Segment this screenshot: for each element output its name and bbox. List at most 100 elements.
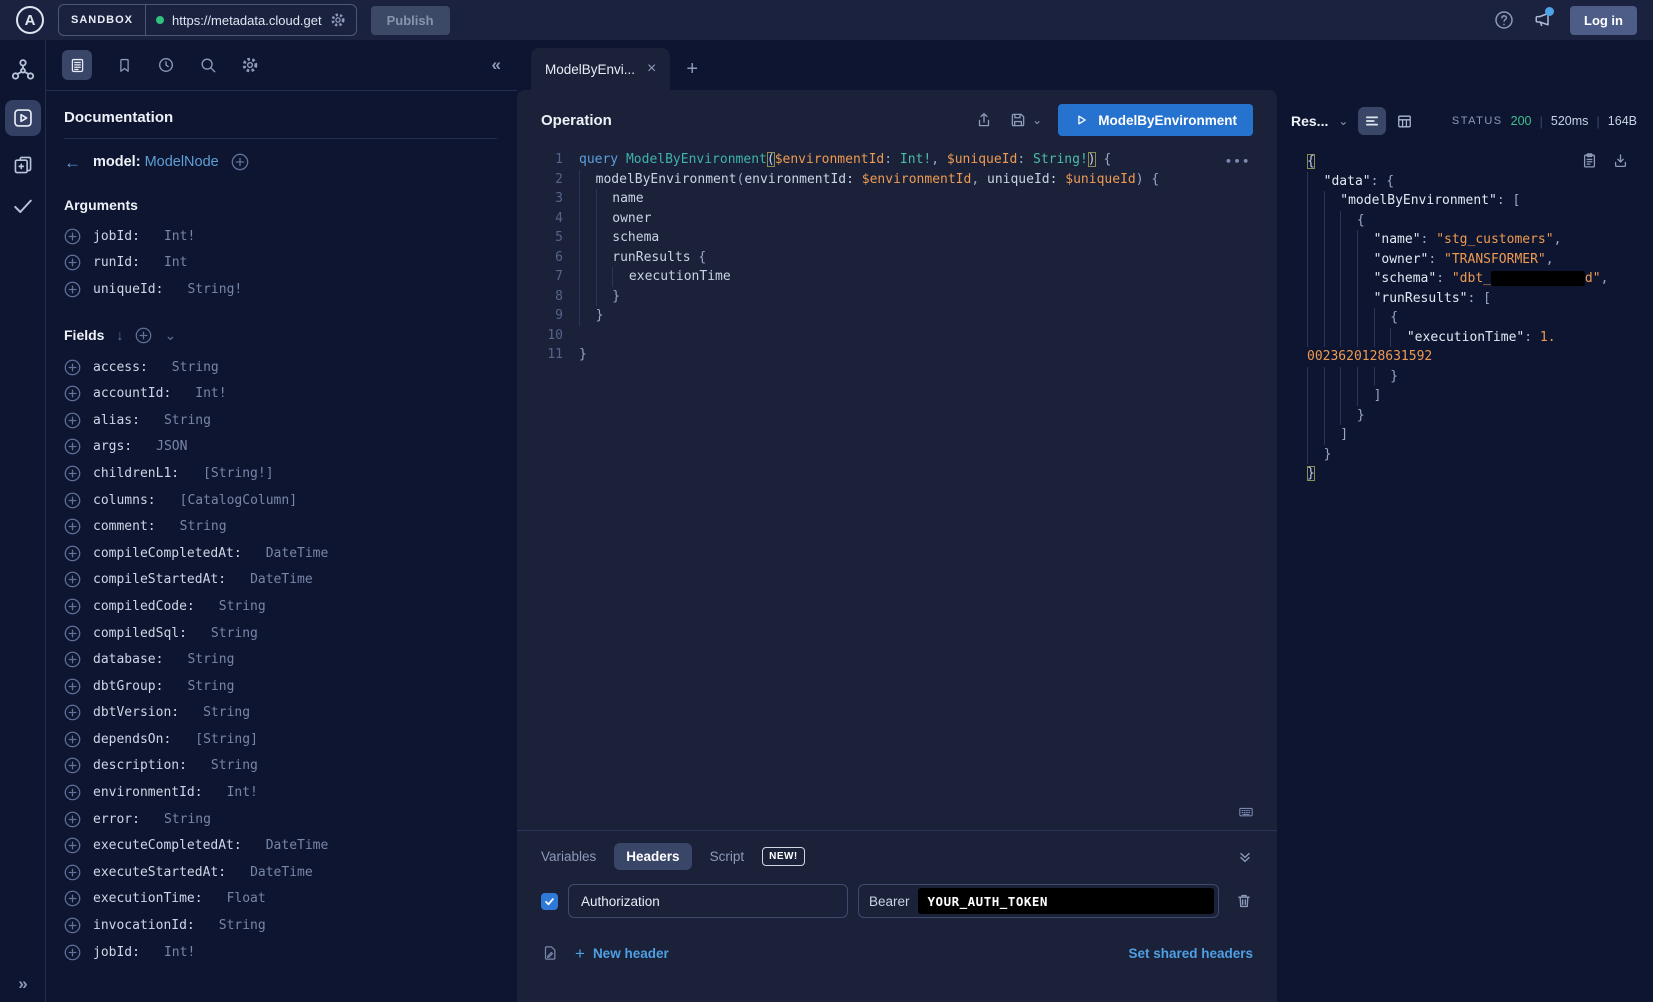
field-item[interactable]: columns: [CatalogColumn] [64,487,497,514]
field-item[interactable]: alias: String [64,407,497,434]
add-field-icon[interactable] [64,917,81,934]
field-item[interactable]: compileCompletedAt: DateTime [64,540,497,567]
history-icon[interactable] [157,56,175,74]
field-item[interactable]: database: String [64,646,497,673]
preserve-headers-icon[interactable] [541,944,559,962]
collapse-doc-panel-icon[interactable]: « [492,55,501,75]
add-fields-icon[interactable] [135,327,152,344]
field-item[interactable]: args: JSON [64,434,497,461]
keyboard-shortcuts-icon[interactable] [1235,804,1257,820]
copy-response-icon[interactable] [1581,152,1598,169]
checks-icon[interactable] [11,194,35,218]
download-response-icon[interactable] [1612,152,1629,169]
add-field-icon[interactable] [64,651,81,668]
field-item[interactable]: executeStartedAt: DateTime [64,859,497,886]
tab-script[interactable]: Script [710,849,745,864]
add-field-icon[interactable] [64,890,81,907]
field-item[interactable]: executeCompletedAt: DateTime [64,832,497,859]
new-tab-button[interactable]: + [674,59,710,79]
field-item[interactable]: dbtVersion: String [64,700,497,727]
add-field-icon[interactable] [64,731,81,748]
add-field-icon[interactable] [64,492,81,509]
set-shared-headers-link[interactable]: Set shared headers [1128,946,1253,961]
add-all-fields-icon[interactable] [231,153,249,171]
response-dropdown-chevron-icon[interactable]: ⌄ [1338,115,1348,127]
explorer-settings-gear-icon[interactable] [241,56,259,74]
documentation-tab-button[interactable] [62,50,92,80]
add-field-icon[interactable] [64,412,81,429]
graphql-code-editor[interactable]: 1query ModelByEnvironment($environmentId… [517,144,1277,804]
field-item[interactable]: access: String [64,354,497,381]
close-tab-icon[interactable]: × [647,61,656,77]
field-item[interactable]: description: String [64,753,497,780]
new-header-button[interactable]: + New header [575,945,669,962]
login-button[interactable]: Log in [1570,6,1637,35]
add-field-icon[interactable] [64,281,81,298]
endpoint-url-text[interactable]: https://metadata.cloud.get [172,13,322,28]
add-field-icon[interactable] [64,864,81,881]
field-item[interactable]: comment: String [64,513,497,540]
add-field-icon[interactable] [64,254,81,271]
bookmarks-icon[interactable] [116,57,133,74]
collapse-bottom-panel-icon[interactable] [1237,849,1253,865]
endpoint-url-field[interactable]: https://metadata.cloud.get [146,12,356,28]
argument-item[interactable]: jobId: Int! [64,223,497,250]
save-operation-icon[interactable] [1009,111,1027,129]
expand-rail-icon[interactable]: » [0,974,46,994]
add-field-icon[interactable] [64,757,81,774]
add-field-icon[interactable] [64,625,81,642]
header-name-input[interactable] [568,884,848,918]
add-field-icon[interactable] [64,438,81,455]
add-field-icon[interactable] [64,678,81,695]
run-operation-button[interactable]: ModelByEnvironment [1058,104,1253,136]
response-body[interactable]: {"data": {"modelByEnvironment": [{"name"… [1291,138,1637,484]
search-icon[interactable] [199,56,217,74]
endpoint-settings-gear-icon[interactable] [330,12,346,28]
argument-item[interactable]: runId: Int [64,250,497,277]
add-field-icon[interactable] [64,465,81,482]
publish-button[interactable]: Publish [371,6,450,35]
back-icon[interactable]: ← [64,154,81,171]
add-field-icon[interactable] [64,598,81,615]
add-field-icon[interactable] [64,704,81,721]
add-field-icon[interactable] [64,837,81,854]
argument-item[interactable]: uniqueId: String! [64,276,497,303]
add-field-icon[interactable] [64,359,81,376]
field-item[interactable]: compileStartedAt: DateTime [64,567,497,594]
add-field-icon[interactable] [64,545,81,562]
add-field-icon[interactable] [64,811,81,828]
sort-fields-icon[interactable]: ↓ [116,328,123,342]
field-item[interactable]: dbtGroup: String [64,673,497,700]
field-item[interactable]: accountId: Int! [64,380,497,407]
share-operation-icon[interactable] [975,111,993,129]
field-item[interactable]: childrenL1: [String!] [64,460,497,487]
field-item[interactable]: compiledSql: String [64,620,497,647]
field-item[interactable]: environmentId: Int! [64,779,497,806]
tab-variables[interactable]: Variables [541,849,596,864]
header-value-field[interactable]: Bearer YOUR_AUTH_TOKEN [858,884,1219,918]
field-item[interactable]: executionTime: Float [64,886,497,913]
save-dropdown-chevron-icon[interactable]: ⌄ [1032,114,1042,126]
response-dropdown[interactable]: Res... [1291,113,1328,129]
add-field-icon[interactable] [64,784,81,801]
schema-graph-icon[interactable] [11,58,35,82]
field-item[interactable]: jobId: Int! [64,939,497,966]
operation-tab[interactable]: ModelByEnvi... × [531,48,670,90]
field-item[interactable]: dependsOn: [String] [64,726,497,753]
delete-header-button[interactable] [1235,892,1253,910]
announcements-button[interactable] [1532,10,1552,30]
add-field-icon[interactable] [64,944,81,961]
operation-collections-icon[interactable] [12,154,34,176]
tab-headers[interactable]: Headers [614,843,691,870]
field-item[interactable]: error: String [64,806,497,833]
explorer-nav-button[interactable] [5,100,41,136]
help-icon[interactable] [1494,10,1514,30]
format-raw-view-button[interactable] [1358,107,1386,135]
breadcrumb-type-name[interactable]: ModelNode [145,154,219,170]
add-field-icon[interactable] [64,385,81,402]
header-enabled-checkbox[interactable] [541,893,558,910]
editor-menu-icon[interactable]: ••• [1225,152,1251,172]
add-field-icon[interactable] [64,228,81,245]
field-item[interactable]: invocationId: String [64,912,497,939]
add-field-icon[interactable] [64,571,81,588]
